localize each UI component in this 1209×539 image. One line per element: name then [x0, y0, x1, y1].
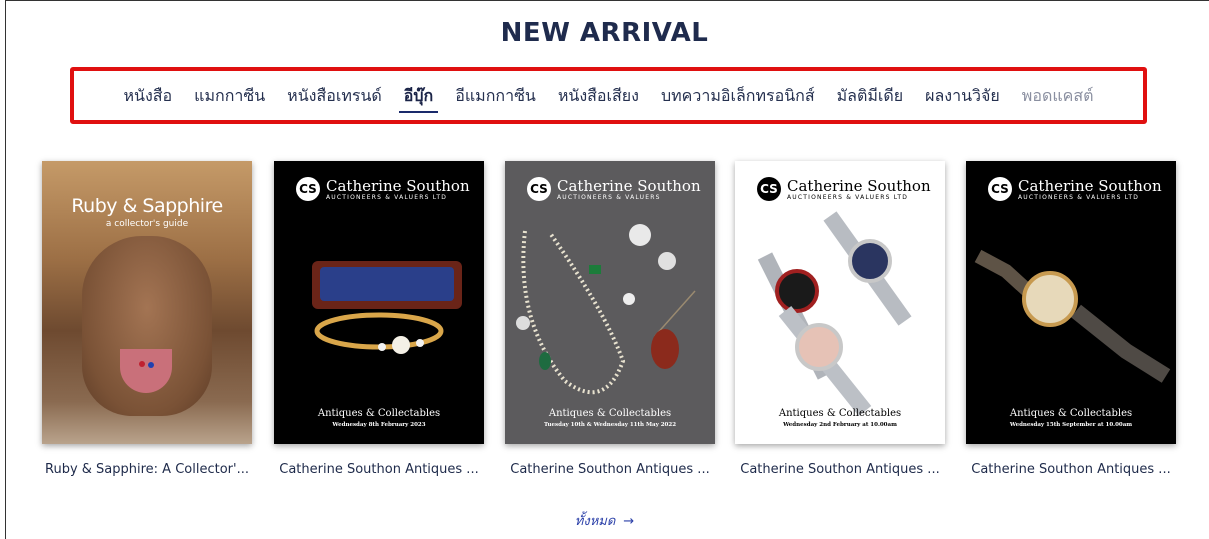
book-title[interactable]: Catherine Southon Antiques ...: [505, 462, 715, 477]
category-tabs: หนังสือ แมกกาซีน หนังสือเทรนด์ อีบุ๊ก อี…: [70, 67, 1147, 124]
section-title: NEW ARRIVAL: [500, 18, 709, 48]
cover-line1: Antiques & Collectables: [778, 408, 902, 419]
tab-trend-books[interactable]: หนังสือเทรนด์: [276, 76, 393, 116]
cover-line1: Antiques & Collectables: [1009, 408, 1133, 419]
tab-emagazines[interactable]: อีแมกกาซีน: [444, 76, 547, 116]
tab-audiobooks[interactable]: หนังสือเสียง: [547, 76, 650, 116]
tab-books[interactable]: หนังสือ: [112, 76, 183, 116]
book-card[interactable]: CS Catherine Southon AUCTIONEERS & VALUE…: [274, 161, 484, 477]
book-cover[interactable]: CS Catherine Southon AUCTIONEERS & VALUE…: [505, 161, 715, 444]
book-cover[interactable]: Ruby & Sapphire a collector's guide: [42, 161, 252, 444]
arrow-right-icon[interactable]: →: [623, 514, 634, 529]
cover-line2: Wednesday 8th February 2023: [332, 422, 426, 428]
cover-line2: Wednesday 15th September at 10.00am: [1009, 422, 1133, 428]
necklace-illustration: [516, 224, 696, 395]
view-all-label[interactable]: ทั้งหมด: [575, 514, 616, 529]
bangle-illustration: [312, 261, 462, 354]
cover-line2: Tuesday 10th & Wednesday 11th May 2022: [543, 422, 677, 428]
view-all-link[interactable]: ทั้งหมด →: [0, 510, 1209, 531]
book-card[interactable]: CS Catherine Southon AUCTIONEERS & VALUE…: [505, 161, 715, 477]
sapphire-gem-icon: [148, 362, 154, 368]
book-card[interactable]: CS Catherine Southon AUCTIONEERS & VALUE…: [966, 161, 1176, 477]
cover-line2: Wednesday 2nd February at 10.00am: [783, 422, 897, 428]
ruby-gem-icon: [139, 361, 145, 367]
cover-line1: Antiques & Collectables: [548, 408, 672, 419]
tab-e-articles[interactable]: บทความอิเล็กทรอนิกส์: [650, 76, 826, 116]
book-cover[interactable]: CS Catherine Southon AUCTIONEERS & VALUE…: [274, 161, 484, 444]
watches-illustration: [757, 211, 912, 416]
gold-watch-illustration: [974, 249, 1171, 383]
cover-heading: Ruby & Sapphire: [71, 195, 223, 217]
tab-podcasts[interactable]: พอดแคสต์: [1011, 76, 1105, 116]
tab-multimedia[interactable]: มัลติมีเดีย: [826, 76, 915, 116]
book-title[interactable]: Ruby & Sapphire: A Collector'...: [42, 462, 252, 477]
tab-ebooks[interactable]: อีบุ๊ก: [393, 76, 444, 116]
book-card[interactable]: Ruby & Sapphire a collector's guide Ruby…: [42, 161, 252, 477]
cover-line1: Antiques & Collectables: [317, 408, 441, 419]
book-title[interactable]: Catherine Southon Antiques ...: [966, 462, 1176, 477]
book-cover[interactable]: CS Catherine Southon AUCTIONEERS & VALUE…: [966, 161, 1176, 444]
tab-magazines[interactable]: แมกกาซีน: [183, 76, 276, 116]
new-arrival-list: Ruby & Sapphire a collector's guide Ruby…: [42, 161, 1182, 491]
book-cover[interactable]: CS Catherine Southon AUCTIONEERS & VALUE…: [735, 161, 945, 444]
book-title[interactable]: Catherine Southon Antiques ...: [735, 462, 945, 477]
cover-subheading: a collector's guide: [105, 219, 189, 229]
tab-research[interactable]: ผลงานวิจัย: [914, 76, 1011, 116]
book-card[interactable]: CS Catherine Southon AUCTIONEERS & VALUE…: [735, 161, 945, 477]
book-title[interactable]: Catherine Southon Antiques ...: [274, 462, 484, 477]
